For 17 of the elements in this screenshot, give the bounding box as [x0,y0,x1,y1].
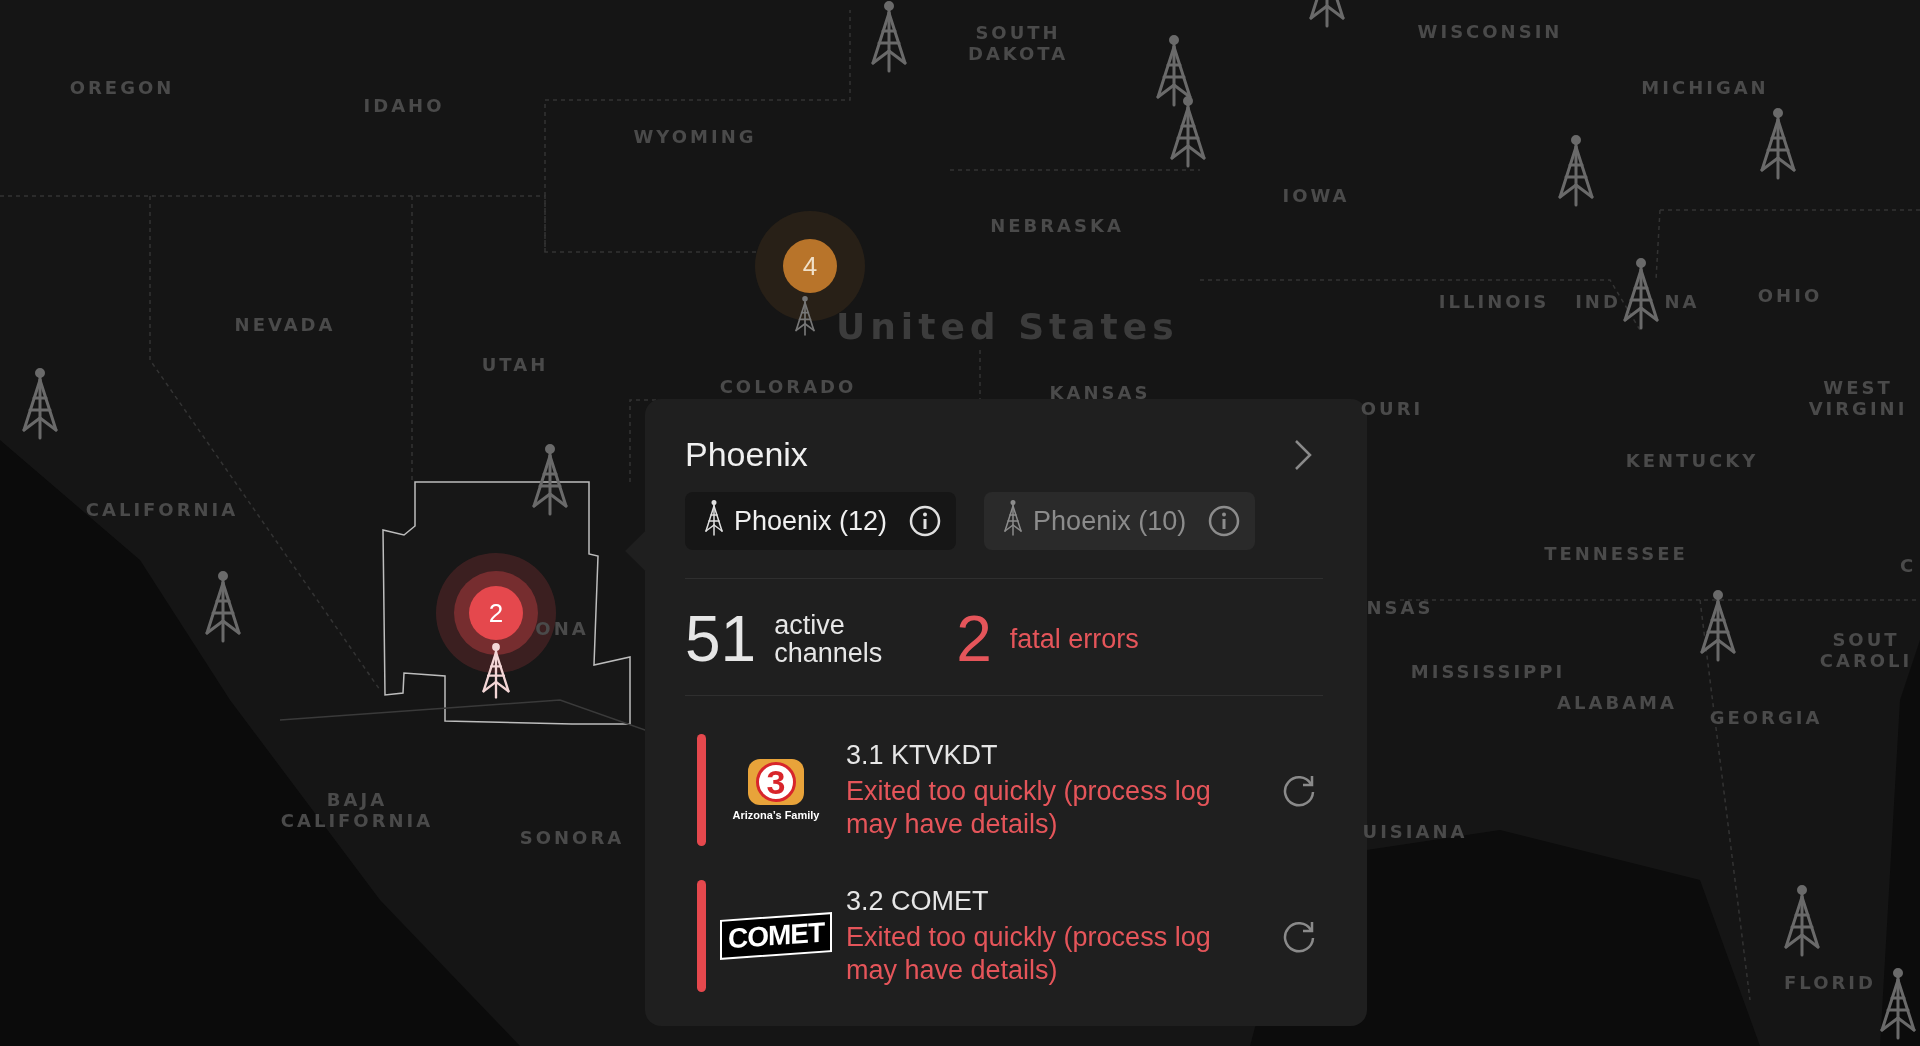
channel-name: 3.2 COMET [846,885,990,917]
stat-label: active channels [774,611,884,667]
location-tab[interactable]: Phoenix (12) [685,492,957,550]
map-label: UISIANA [1362,820,1468,842]
chevron-right-icon[interactable] [1293,437,1313,472]
channel-logo: 3 [748,759,804,805]
popup-title: Phoenix [685,435,808,474]
stat-value: 51 [685,607,757,671]
stat-value: 2 [956,607,992,671]
channel-name: 3.1 KTVKDT [846,739,999,771]
location-tab[interactable]: Phoenix (10) [984,492,1256,550]
error-message: Exited too quickly (process log may have details) [846,920,1212,987]
error-message: Exited too quickly (process log may have details) [846,774,1212,841]
channel-logo: COMET [719,912,833,960]
logo-caption: Arizona’s Family [732,809,820,821]
stat-label: fatal errors [1009,625,1140,653]
cluster-count-badge[interactable]: 4 [783,239,837,293]
